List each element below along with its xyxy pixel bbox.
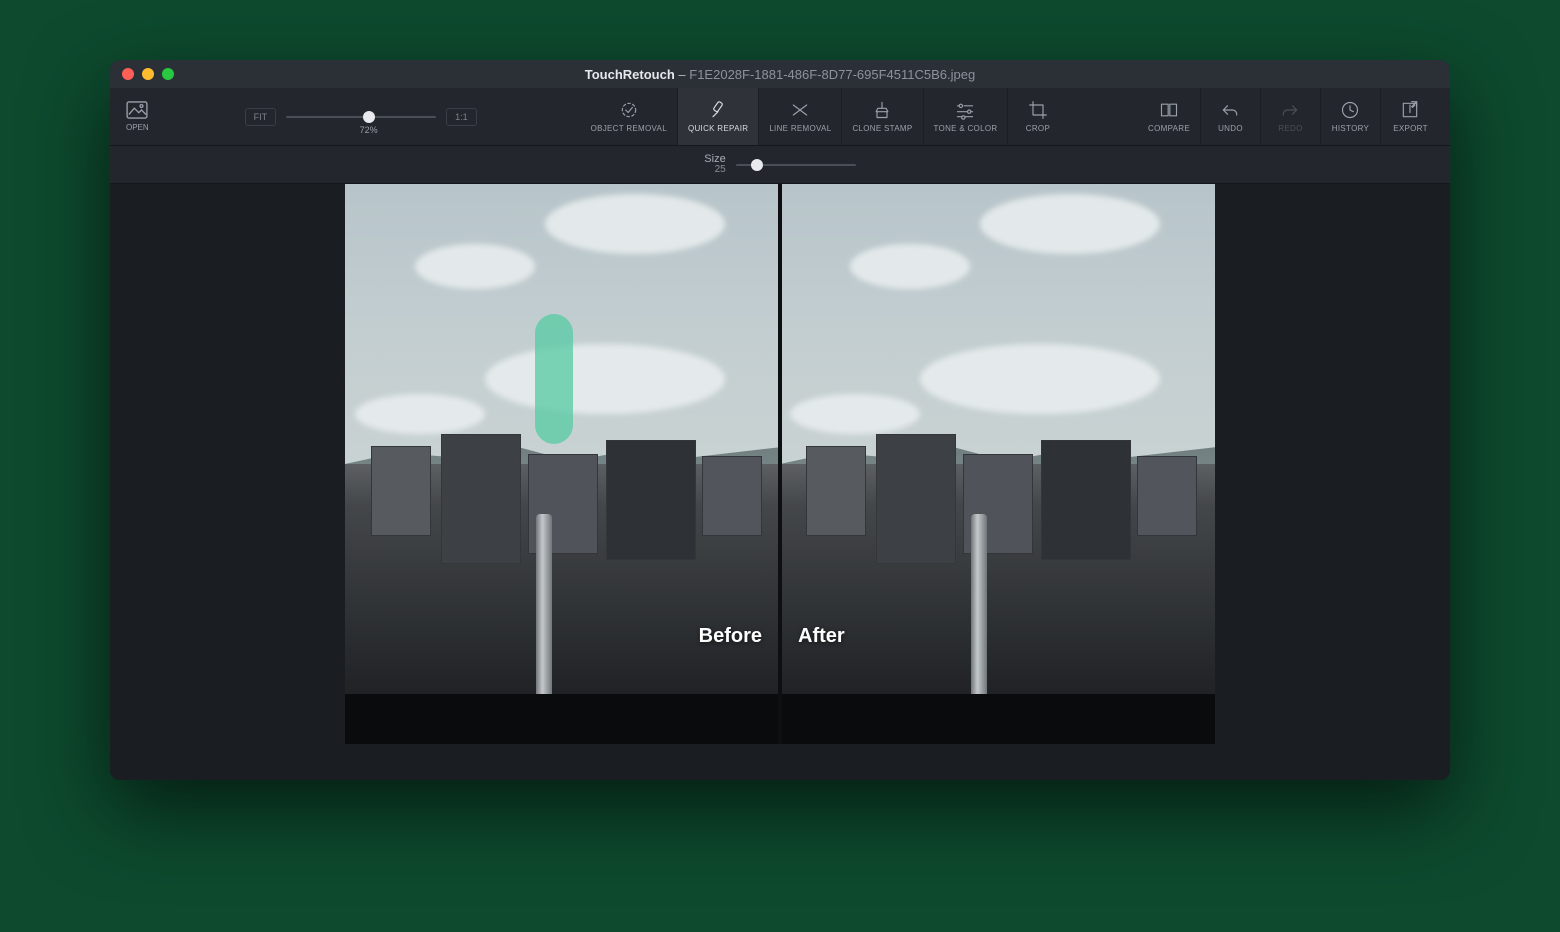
tool-label: LINE REMOVAL	[769, 124, 831, 133]
title-sep: –	[675, 67, 689, 82]
button-label: REDO	[1278, 124, 1302, 133]
button-label: UNDO	[1218, 124, 1243, 133]
brush-mark	[535, 314, 573, 444]
app-name: TouchRetouch	[585, 67, 675, 82]
size-value: 25	[704, 165, 725, 175]
quick-repair-icon	[708, 100, 728, 120]
tool-quick-repair[interactable]: QUICK REPAIR	[677, 88, 758, 145]
traffic-lights	[122, 68, 174, 80]
building	[606, 440, 696, 560]
toolbar-right: COMPARE UNDO REDO HISTORY EXPORT	[1138, 88, 1440, 145]
compare-button[interactable]: COMPARE	[1138, 88, 1200, 145]
zoom-window-button[interactable]	[162, 68, 174, 80]
titlebar: TouchRetouch – F1E2028F-1881-486F-8D77-6…	[110, 60, 1450, 88]
compare-divider[interactable]	[778, 184, 782, 744]
building	[806, 446, 866, 536]
history-button[interactable]: HISTORY	[1320, 88, 1380, 145]
crop-icon	[1028, 100, 1048, 120]
minimize-window-button[interactable]	[142, 68, 154, 80]
tool-crop[interactable]: CROP	[1007, 88, 1067, 145]
size-thumb[interactable]	[751, 159, 763, 171]
after-pane: After	[780, 184, 1215, 744]
tone-color-icon	[955, 100, 975, 120]
open-label: OPEN	[126, 123, 149, 132]
tool-label: QUICK REPAIR	[688, 124, 748, 133]
zoom-slider[interactable]: 72%	[286, 107, 436, 127]
size-label-block: Size 25	[704, 154, 725, 175]
app-window: TouchRetouch – F1E2028F-1881-486F-8D77-6…	[110, 60, 1450, 780]
cloud	[980, 194, 1160, 254]
building	[1137, 456, 1197, 536]
clone-stamp-icon	[872, 100, 892, 120]
line-removal-icon	[790, 100, 810, 120]
cloud	[850, 244, 970, 289]
bottom-band	[345, 694, 780, 744]
zoom-thumb[interactable]	[363, 111, 375, 123]
toolbar: OPEN FIT 72% 1:1 OBJECT REMOVAL QUICK REP…	[110, 88, 1450, 146]
compare-view[interactable]: Before After	[345, 184, 1215, 744]
compare-icon	[1159, 100, 1179, 120]
close-window-button[interactable]	[122, 68, 134, 80]
image-icon	[126, 101, 148, 119]
size-slider[interactable]	[736, 157, 856, 173]
building	[876, 434, 956, 564]
redo-icon	[1280, 100, 1300, 120]
cloud	[355, 394, 485, 434]
canvas-area: Before After	[110, 184, 1450, 780]
before-pane: Before	[345, 184, 780, 744]
zoom-value: 72%	[360, 125, 378, 135]
object-removal-icon	[619, 100, 639, 120]
tool-label: CLONE STAMP	[852, 124, 912, 133]
redo-button: REDO	[1260, 88, 1320, 145]
open-button[interactable]: OPEN	[120, 101, 155, 132]
tool-clone-stamp[interactable]: CLONE STAMP	[841, 88, 922, 145]
tool-group: OBJECT REMOVAL QUICK REPAIR LINE REMOVAL CL…	[581, 88, 1068, 145]
tool-label: CROP	[1026, 124, 1050, 133]
export-button[interactable]: EXPORT	[1380, 88, 1440, 145]
cloud	[920, 344, 1160, 414]
cloud	[545, 194, 725, 254]
tool-options-bar: Size 25	[110, 146, 1450, 184]
history-icon	[1340, 100, 1360, 120]
tool-label: OBJECT REMOVAL	[591, 124, 667, 133]
building	[1041, 440, 1131, 560]
before-label: Before	[699, 625, 762, 648]
zoom-fit-button[interactable]: FIT	[245, 108, 277, 126]
undo-button[interactable]: UNDO	[1200, 88, 1260, 145]
button-label: EXPORT	[1393, 124, 1428, 133]
zoom-1to1-button[interactable]: 1:1	[446, 108, 477, 126]
zoom-track	[286, 116, 436, 118]
building	[702, 456, 762, 536]
document-name: F1E2028F-1881-486F-8D77-695F4511C5B6.jpe…	[689, 67, 975, 82]
after-label: After	[798, 625, 845, 648]
button-label: COMPARE	[1148, 124, 1190, 133]
building	[441, 434, 521, 564]
window-title: TouchRetouch – F1E2028F-1881-486F-8D77-6…	[110, 67, 1450, 82]
undo-icon	[1220, 100, 1240, 120]
toolbar-left: OPEN FIT 72% 1:1	[120, 101, 510, 132]
cloud	[415, 244, 535, 289]
bottom-band	[780, 694, 1215, 744]
button-label: HISTORY	[1332, 124, 1369, 133]
tool-label: TONE & COLOR	[934, 124, 998, 133]
cloud	[485, 344, 725, 414]
tool-object-removal[interactable]: OBJECT REMOVAL	[581, 88, 677, 145]
export-icon	[1400, 100, 1420, 120]
tool-tone-color[interactable]: TONE & COLOR	[923, 88, 1008, 145]
tool-line-removal[interactable]: LINE REMOVAL	[758, 88, 841, 145]
cloud	[790, 394, 920, 434]
building	[371, 446, 431, 536]
